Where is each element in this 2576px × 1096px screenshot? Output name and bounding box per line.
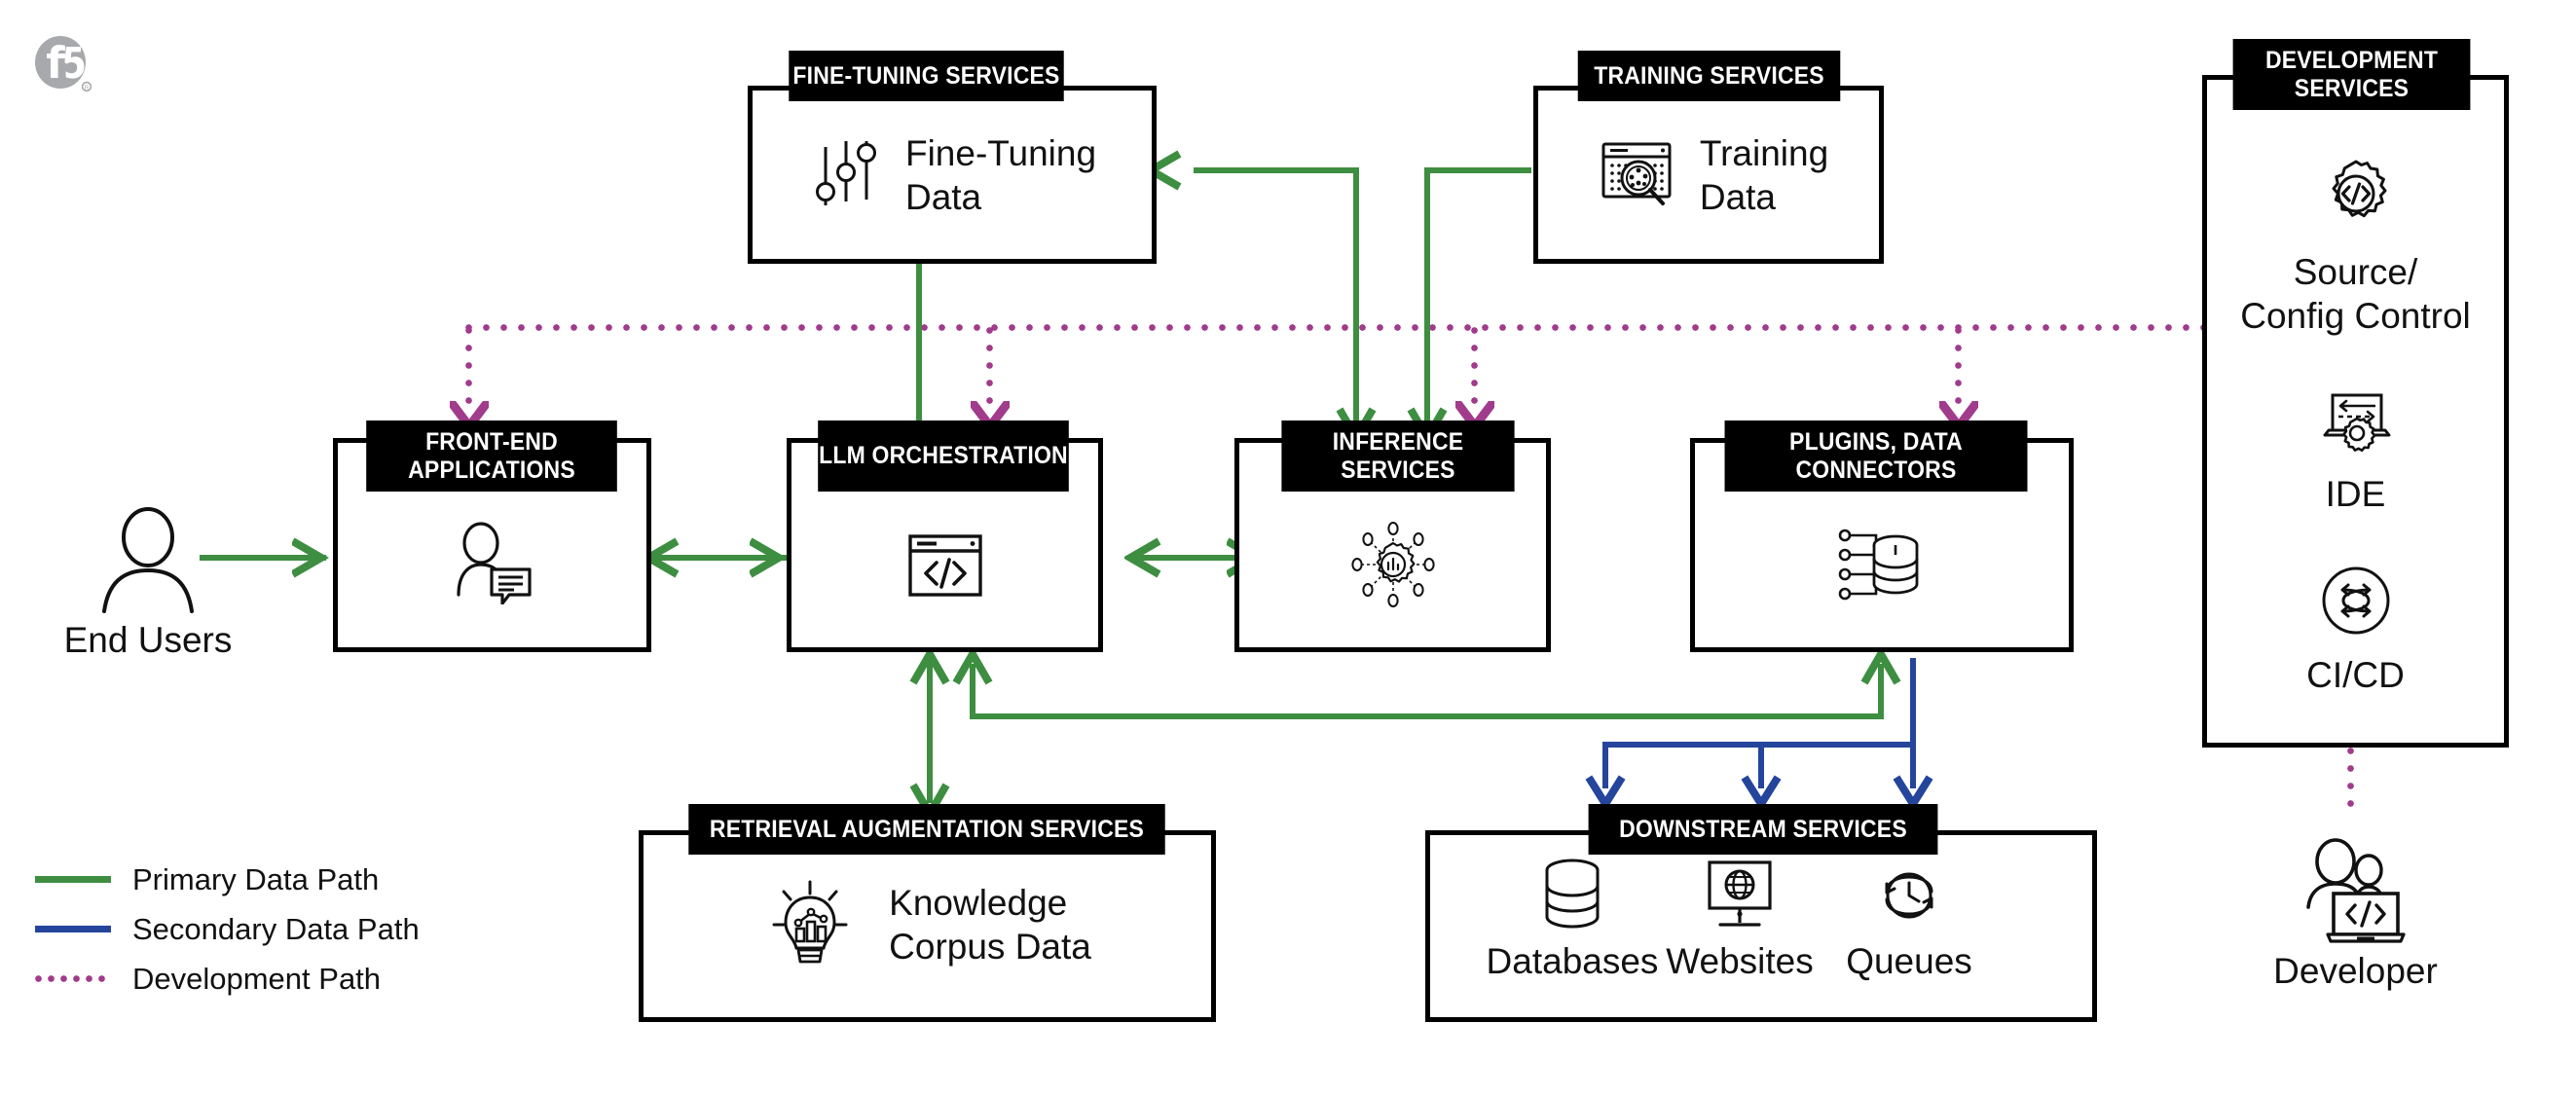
development-path-to-plugins (1955, 327, 1962, 409)
content-fine-tuning-services: Fine-Tuning Data (779, 122, 1129, 229)
label-cicd: CI/CD (2306, 655, 2405, 695)
label-ide: IDE (2325, 474, 2386, 514)
development-path-to-frontend (465, 327, 472, 409)
item-websites: Websites (1647, 857, 1832, 982)
header-development-services: DEVELOPMENT SERVICES (2232, 39, 2471, 110)
legend-swatch-secondary (35, 926, 111, 932)
person-icon (51, 506, 245, 618)
ide-laptop-gear-icon (2202, 389, 2509, 460)
monitor-globe-icon (1647, 857, 1832, 937)
legend-item-development: Development Path (35, 961, 420, 996)
content-front-end-applications (333, 506, 651, 623)
database-icon (1480, 857, 1665, 937)
gear-code-icon (2202, 156, 2509, 237)
content-llm-orchestration (787, 514, 1103, 621)
development-path-to-inference (1471, 327, 1478, 409)
primary-arrowhead-llm-bottom-2 (950, 645, 995, 696)
header-downstream-services: DOWNSTREAM SERVICES (1588, 804, 1938, 855)
content-plugins-data-connectors (1690, 508, 2074, 625)
legend-item-secondary: Secondary Data Path (35, 911, 420, 946)
lightbulb-chart-icon (768, 878, 852, 972)
legend-label-secondary: Secondary Data Path (132, 911, 420, 946)
primary-arrowhead-llm-bottom (907, 645, 952, 696)
sliders-icon (812, 133, 880, 218)
label-databases: Databases (1486, 941, 1659, 981)
label-end-users: End Users (63, 620, 233, 660)
code-window-icon (906, 531, 984, 604)
label-fine-tuning-data: Fine-Tuning Data (904, 132, 1097, 217)
header-llm-orchestration: LLM ORCHESTRATION (818, 420, 1069, 492)
header-training-services: TRAINING SERVICES (1577, 51, 1841, 101)
header-inference-services: INFERENCE SERVICES (1281, 420, 1515, 492)
primary-arrowhead-plugins-bottom (1858, 645, 1903, 696)
label-training-data: Training Data (1699, 132, 1829, 217)
label-websites: Websites (1666, 941, 1814, 981)
item-ide: IDE (2202, 389, 2509, 515)
content-retrieval-augmentation-services: Knowledge Corpus Data (672, 866, 1188, 983)
item-source-config-control: Source/ Config Control (2202, 156, 2509, 338)
legend-label-primary: Primary Data Path (132, 861, 380, 896)
cicd-cycle-icon (2202, 565, 2509, 641)
legend-swatch-primary (35, 876, 111, 883)
f5-logo: R (33, 35, 92, 100)
developer-laptop-icon (2246, 837, 2465, 949)
actor-end-users: End Users (51, 506, 245, 661)
primary-training-to-inference-v1 (1353, 234, 1359, 423)
legend-item-primary: Primary Data Path (35, 861, 420, 896)
clock-cycle-icon (1817, 857, 2002, 937)
label-source-config-control: Source/ Config Control (2240, 252, 2471, 337)
primary-plugins-to-llm-h (970, 713, 1884, 719)
header-front-end-applications: FRONT-END APPLICATIONS (366, 420, 617, 492)
user-chat-icon (449, 521, 536, 609)
svg-text:R: R (85, 86, 90, 91)
primary-arrowhead-llm-right (1122, 535, 1169, 585)
primary-training-to-finetuning-h (1194, 167, 1359, 173)
primary-training-bottom-v (1424, 167, 1430, 423)
label-developer: Developer (2273, 951, 2438, 991)
development-path-to-developer (2347, 748, 2354, 818)
development-path-spine (465, 324, 2204, 331)
gear-network-icon (1344, 518, 1442, 616)
actor-developer: Developer (2246, 837, 2465, 992)
item-cicd: CI/CD (2202, 565, 2509, 696)
legend: Primary Data Path Secondary Data Path De… (35, 861, 420, 1013)
header-fine-tuning-services: FINE-TUNING SERVICES (789, 51, 1064, 101)
item-queues: Queues (1817, 857, 2002, 982)
label-knowledge-corpus-data: Knowledge Corpus Data (889, 882, 1091, 967)
legend-label-development: Development Path (132, 961, 382, 996)
data-analysis-icon (1599, 135, 1674, 216)
item-databases: Databases (1480, 857, 1665, 982)
content-inference-services (1234, 508, 1551, 625)
database-connector-icon (1835, 524, 1929, 610)
primary-arrowhead-frontend-left (290, 535, 337, 585)
header-plugins-data-connectors: PLUGINS, DATA CONNECTORS (1724, 420, 2028, 492)
legend-swatch-development (35, 975, 111, 982)
primary-training-bottom-h (1424, 167, 1531, 173)
secondary-plugins-drop (1910, 658, 1916, 746)
header-retrieval-augmentation-services: RETRIEVAL AUGMENTATION SERVICES (688, 804, 1165, 855)
diagram-canvas: R FINE-TUNING SERVICES Fine-Tuning Data … (0, 0, 2576, 1096)
development-path-to-llm (986, 327, 993, 409)
content-training-services: Training Data (1558, 122, 1869, 229)
label-queues: Queues (1846, 941, 1972, 981)
